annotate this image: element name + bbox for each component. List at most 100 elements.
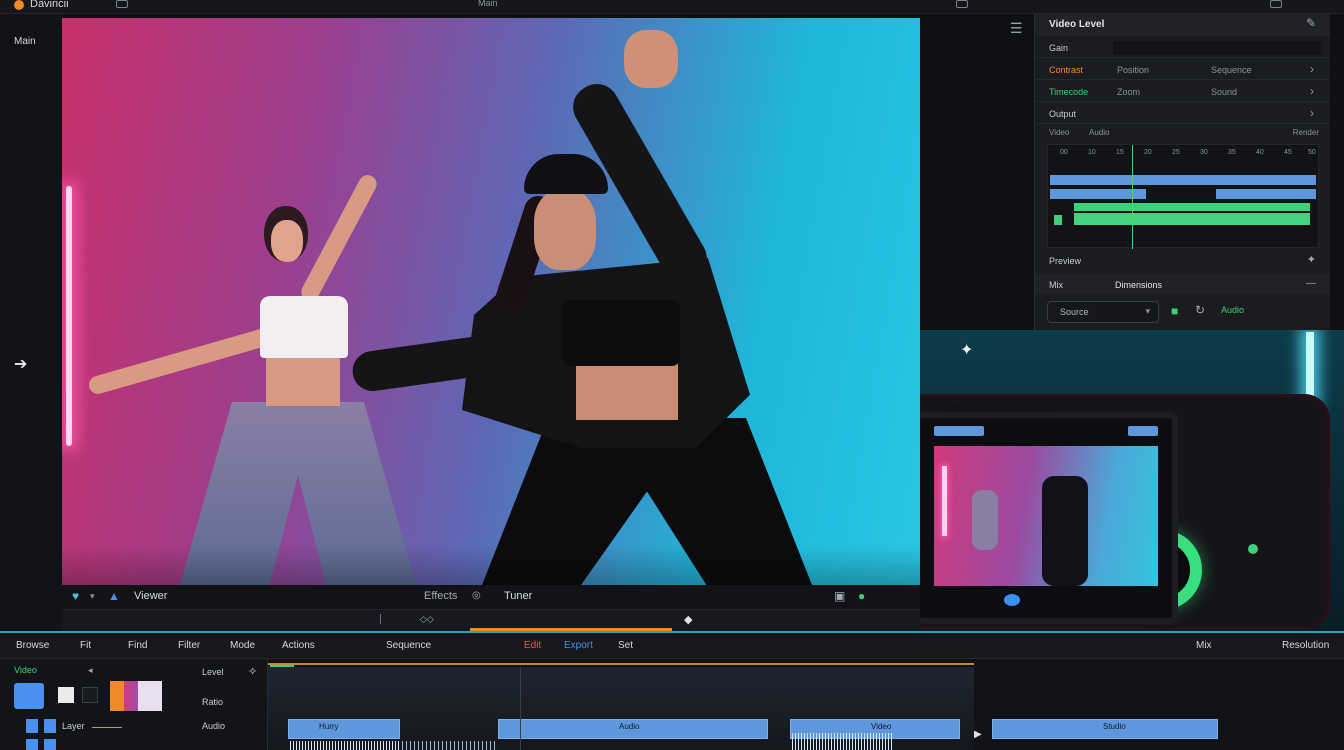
cloud-icon[interactable]: [14, 683, 44, 709]
timeline-clip[interactable]: Studio: [992, 719, 1218, 739]
timeline-tab[interactable]: Browse: [16, 640, 49, 651]
dancer-silhouette: [1042, 476, 1088, 586]
heart-icon[interactable]: ♥: [72, 589, 79, 603]
track-toggle[interactable]: [26, 719, 38, 733]
chevron-right-icon[interactable]: ›: [1310, 62, 1314, 76]
prop-row-output[interactable]: Output ›: [1035, 104, 1330, 124]
timeline-tab[interactable]: Resolution: [1282, 640, 1329, 651]
inspector-header: Video Level ✎: [1035, 14, 1330, 36]
mini-tick: 30: [1200, 149, 1208, 156]
camera-ui-bar: [1128, 426, 1158, 436]
timeline-tab[interactable]: Set: [618, 640, 633, 651]
timeline-tab[interactable]: Sequence: [386, 640, 431, 651]
mini-playhead[interactable]: [1132, 145, 1133, 249]
track-level-line: [92, 727, 122, 728]
triangle-icon[interactable]: ▲: [108, 589, 120, 603]
chevron-icon[interactable]: ◂: [88, 665, 93, 676]
timeline-clip[interactable]: Audio: [498, 719, 768, 739]
mini-audio-marker: [1054, 215, 1062, 225]
track-toggle[interactable]: [44, 739, 56, 750]
dimension-row: Mix Dimensions —: [1035, 274, 1330, 294]
clip-label: Video: [871, 722, 892, 731]
refresh-icon[interactable]: ↻: [1195, 303, 1205, 317]
window-icon[interactable]: [956, 0, 968, 8]
pin-icon[interactable]: ✧: [248, 665, 257, 678]
panel-side-icons: ☰: [1010, 20, 1028, 320]
prop-value: Sound: [1211, 87, 1238, 97]
black-swatch[interactable]: [82, 687, 98, 703]
mini-video-track[interactable]: [1216, 189, 1316, 199]
title-bar: Davincii Main: [0, 0, 1344, 14]
mini-timeline[interactable]: 00 10 15 20 25 30 35 40 45 50: [1047, 144, 1319, 249]
mini-tick: 00: [1060, 149, 1068, 156]
settings-icon[interactable]: ▣: [834, 589, 845, 603]
waveform-label[interactable]: Audio: [1221, 305, 1244, 315]
track-area[interactable]: Hurry Audio Video Studio ▶: [268, 659, 1344, 750]
gain-field[interactable]: [1113, 41, 1323, 55]
prop-value: Position: [1117, 65, 1150, 75]
camera-screen-topbar: [934, 426, 1158, 440]
record-icon[interactable]: ■: [1171, 304, 1178, 318]
mini-audio-track[interactable]: [1074, 213, 1310, 225]
timeline-tab[interactable]: Find: [128, 640, 147, 651]
prop-row-contrast[interactable]: Contrast Position Sequence ›: [1035, 60, 1330, 80]
clip-label: Studio: [1103, 722, 1126, 731]
viewer-label: Viewer: [134, 590, 168, 602]
list-icon[interactable]: ☰: [1010, 20, 1023, 37]
chevron-right-icon[interactable]: ›: [1310, 106, 1314, 120]
dropdown-icon[interactable]: ▾: [90, 591, 95, 602]
timeline-panel: Browse Fit Find Filter Mode Actions Sequ…: [0, 631, 1344, 750]
prop-label: Output: [1049, 109, 1077, 119]
mini-video-track[interactable]: [1050, 175, 1316, 185]
source-select[interactable]: Source ▾: [1047, 301, 1159, 323]
mini-tick: 10: [1088, 149, 1096, 156]
timeline-tab[interactable]: Fit: [80, 640, 91, 651]
track-label: Level: [202, 667, 224, 677]
clip-thumbnail[interactable]: [138, 681, 162, 711]
mini-tick: 45: [1284, 149, 1292, 156]
track-toggle[interactable]: [26, 739, 38, 750]
pin-icon[interactable]: ✦: [1307, 253, 1316, 266]
pencil-icon[interactable]: ✎: [1306, 16, 1316, 30]
chevron-right-icon[interactable]: ›: [1310, 84, 1314, 98]
track-label: Ratio: [202, 697, 224, 707]
arrow-right-icon[interactable]: ➔: [14, 354, 27, 374]
white-swatch[interactable]: [58, 687, 74, 703]
minus-icon[interactable]: —: [1306, 278, 1316, 289]
timeline-tab[interactable]: Mix: [1196, 640, 1212, 651]
tuner-label[interactable]: Tuner: [504, 590, 532, 602]
timeline-tab[interactable]: Edit: [524, 640, 541, 651]
inspector-title: Video Level: [1049, 19, 1105, 30]
prop-label: Timecode: [1049, 87, 1089, 97]
scrub-bar[interactable]: ◇◇ ◆: [62, 609, 920, 631]
audio-waveform: [290, 741, 400, 750]
timeline-tab[interactable]: Mode: [230, 640, 255, 651]
effects-label[interactable]: Effects: [424, 590, 457, 602]
play-marker-icon[interactable]: ▶: [974, 729, 982, 740]
neon-light: [66, 186, 72, 446]
dancer-torso: [576, 360, 678, 420]
timeline-tab[interactable]: Filter: [178, 640, 200, 651]
source-controls: Source ▾ ■ ↻ Audio: [1035, 298, 1330, 326]
video-viewer[interactable]: [62, 18, 920, 585]
prop-row-timecode[interactable]: Timecode Zoom Sound ›: [1035, 82, 1330, 102]
track-toggle[interactable]: [44, 719, 56, 733]
timeline-tab[interactable]: Actions: [282, 640, 315, 651]
inspector-panel: Video Level ✎ Gain Contrast Position Seq…: [1034, 14, 1330, 330]
prop-row-gain[interactable]: Gain: [1035, 38, 1330, 58]
timeline-clip[interactable]: Hurry: [288, 719, 400, 739]
playhead-icon[interactable]: ◆: [684, 613, 692, 626]
timeline-tab[interactable]: Export: [564, 640, 593, 651]
scrub-marker: [380, 614, 381, 624]
circle-icon[interactable]: ◎: [472, 590, 481, 601]
timeline-ruler: [268, 663, 974, 665]
green-status-icon[interactable]: ●: [858, 589, 865, 603]
mini-audio-track[interactable]: [1074, 203, 1310, 211]
window-title: Main: [478, 0, 498, 8]
maximize-icon[interactable]: [1270, 0, 1282, 8]
arrow-left-icon[interactable]: ✦: [960, 340, 973, 360]
dancer-top: [562, 300, 680, 366]
dancer-top: [260, 296, 348, 358]
menu-icon[interactable]: [116, 0, 128, 8]
dancer-arm: [86, 326, 275, 397]
